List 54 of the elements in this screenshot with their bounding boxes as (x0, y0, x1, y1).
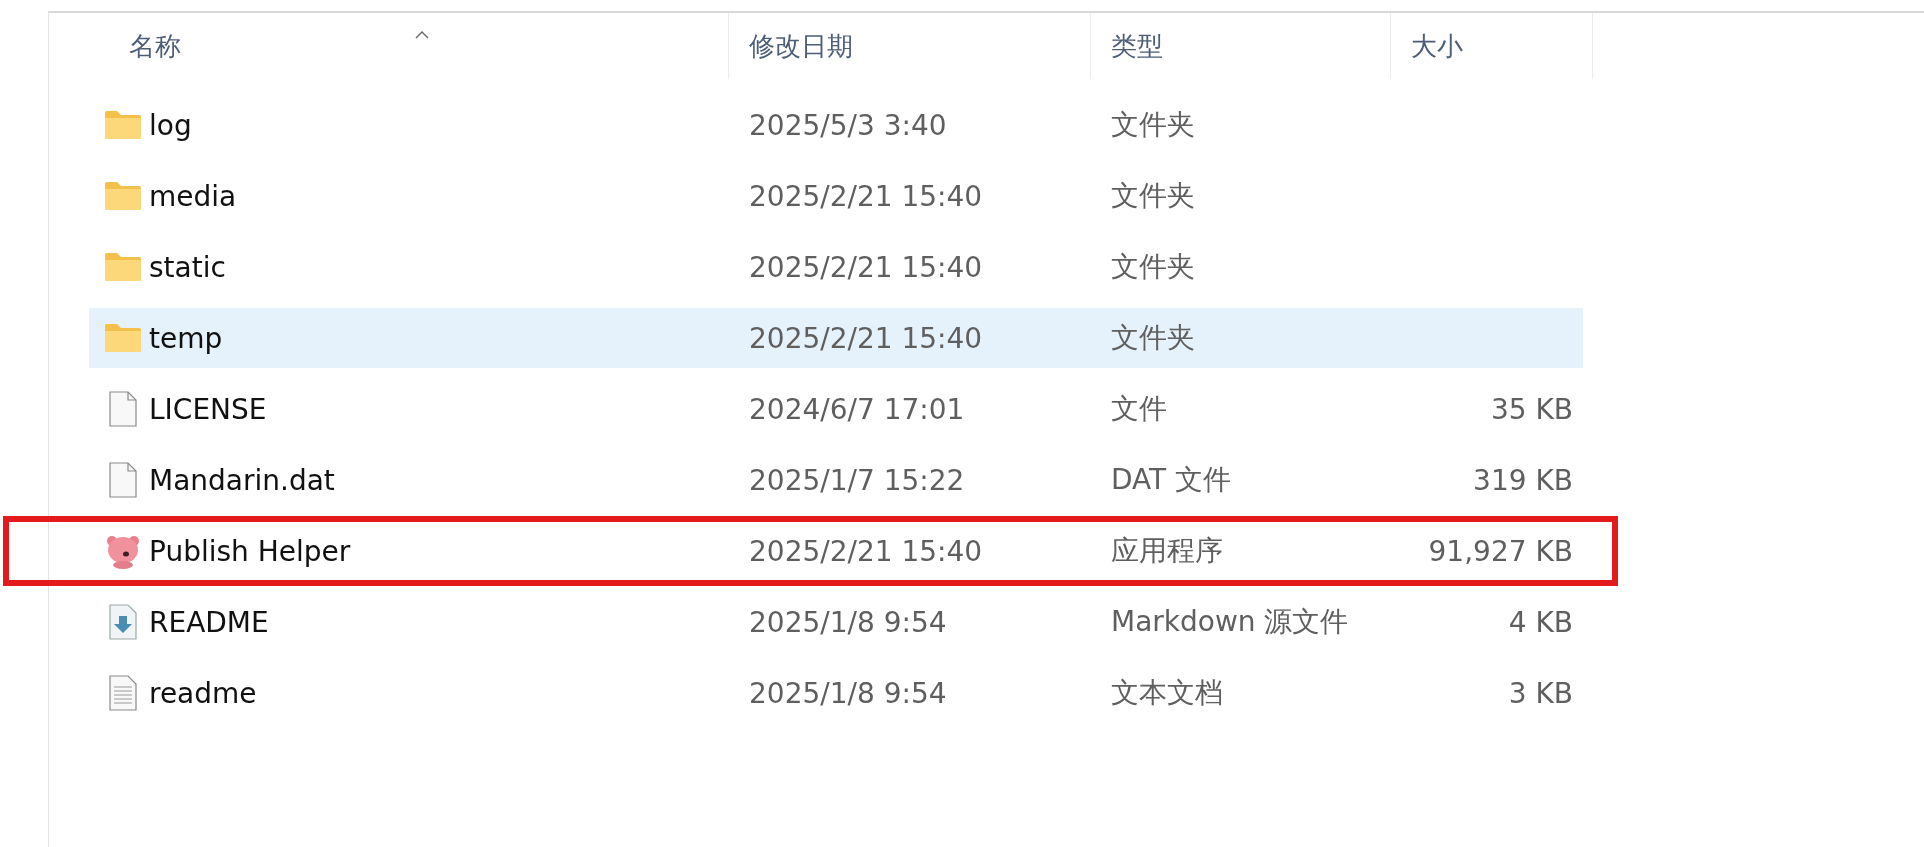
file-type: 文件夹 (1110, 178, 1196, 214)
modified-date: 2025/1/7 15:22 (748, 463, 966, 497)
modified-date: 2024/6/7 17:01 (748, 392, 966, 426)
file-type: 文件夹 (1110, 320, 1196, 356)
file-row[interactable]: Mandarin.dat 2025/1/7 15:22 DAT 文件 319 KB (89, 450, 1583, 510)
modified-date: 2025/1/8 9:54 (748, 605, 948, 639)
file-type: 文件夹 (1110, 107, 1196, 143)
text-file-icon (109, 675, 137, 711)
modified-date: 2025/1/8 9:54 (748, 676, 948, 710)
modified-date: 2025/2/21 15:40 (748, 179, 984, 213)
file-name[interactable]: Publish Helper (147, 534, 351, 568)
column-header[interactable]: 类型 (1091, 13, 1391, 79)
modified-date: 2025/5/3 3:40 (748, 108, 948, 142)
column-header[interactable]: 修改日期 (729, 13, 1091, 79)
folder-icon (104, 110, 142, 140)
file-type: DAT 文件 (1110, 462, 1233, 498)
modified-date: 2025/2/21 15:40 (748, 321, 984, 355)
file-type: Markdown 源文件 (1110, 604, 1350, 640)
file-type: 文本文档 (1110, 675, 1224, 711)
file-name[interactable]: readme (147, 676, 257, 710)
file-row[interactable]: log 2025/5/3 3:40 文件夹 (89, 95, 1583, 155)
animal-icon (105, 533, 141, 569)
file-type: 应用程序 (1110, 533, 1224, 569)
file-name[interactable]: temp (147, 321, 223, 355)
file-row[interactable]: readme 2025/1/8 9:54 文本文档 3 KB (89, 663, 1583, 723)
file-row[interactable]: README 2025/1/8 9:54 Markdown 源文件 4 KB (89, 592, 1583, 652)
file-size: 91,927 KB (1428, 534, 1574, 568)
file-icon (109, 391, 137, 427)
modified-date: 2025/2/21 15:40 (748, 250, 984, 284)
file-row[interactable]: static 2025/2/21 15:40 文件夹 (89, 237, 1583, 297)
file-name[interactable]: LICENSE (147, 392, 267, 426)
file-name[interactable]: log (147, 108, 192, 142)
modified-date: 2025/2/21 15:40 (748, 534, 984, 568)
file-name[interactable]: README (147, 605, 269, 639)
file-row[interactable]: LICENSE 2024/6/7 17:01 文件 35 KB (89, 379, 1583, 439)
file-size: 319 KB (1473, 463, 1574, 497)
folder-icon (104, 181, 142, 211)
download-file-icon (109, 604, 137, 640)
folder-icon (104, 323, 142, 353)
folder-icon (104, 252, 142, 282)
file-type: 文件 (1110, 391, 1168, 427)
file-size: 35 KB (1490, 392, 1574, 426)
file-size: 3 KB (1508, 676, 1574, 710)
file-icon (109, 462, 137, 498)
file-type: 文件夹 (1110, 249, 1196, 285)
file-name[interactable]: Mandarin.dat (147, 463, 335, 497)
column-header[interactable]: 名称 (49, 13, 729, 79)
highlighted-row[interactable]: temp 2025/2/21 15:40 文件夹 (89, 308, 1583, 368)
file-row[interactable]: Publish Helper 2025/2/21 15:40 应用程序 91,927 KB (89, 521, 1583, 581)
file-size: 4 KB (1508, 605, 1574, 639)
file-name[interactable]: media (147, 179, 237, 213)
file-row[interactable]: media 2025/2/21 15:40 文件夹 (89, 166, 1583, 226)
column-header[interactable]: 大小 (1391, 13, 1593, 79)
file-name[interactable]: static (147, 250, 226, 284)
